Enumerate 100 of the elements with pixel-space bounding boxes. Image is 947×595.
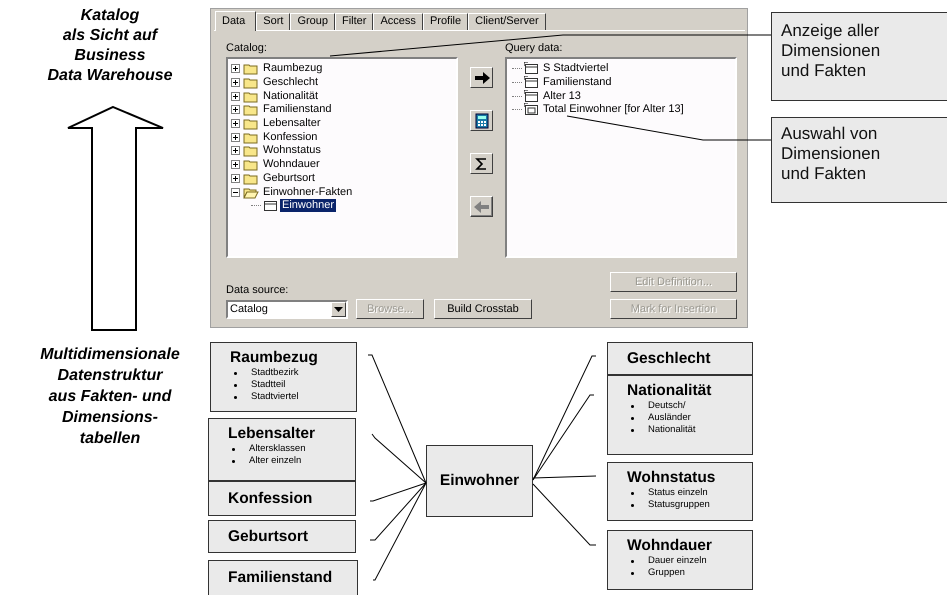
tree-expander[interactable] [231,64,240,74]
tree-item[interactable]: Wohndauer [261,158,322,172]
dimension-title: Nationalität [627,382,712,400]
tab[interactable]: Access [373,13,423,30]
tree-expander[interactable] [231,132,240,142]
bullet-icon [631,572,634,574]
tab[interactable]: Sort [256,13,290,30]
bullet-icon [631,504,634,506]
attribute-text: Altersklassen [249,443,306,455]
tree-expander[interactable] [231,92,240,101]
plus-icon [232,65,239,72]
folder-icon [243,117,259,130]
attribute-text: Gruppen [648,567,685,579]
arrow-right-icon [472,70,490,86]
tab[interactable]: Data [215,11,256,31]
tool-button[interactable] [470,67,493,88]
bullet-icon [234,396,237,398]
tree-item[interactable]: Wohnstatus [261,144,323,158]
tree-expander[interactable] [231,146,240,156]
query-list[interactable]: S Stadtviertel Familienstand Alter 13 Total Einwohner [for Alter 13] [505,57,737,258]
tree-item[interactable]: Nationalität [261,90,320,103]
plus-icon [232,161,239,168]
query-item[interactable]: S Stadtviertel [541,62,610,76]
query-label: Query data: [505,42,564,55]
plus-icon [232,120,239,128]
query-item[interactable]: Alter 13 [541,90,583,103]
tool-button[interactable] [470,153,493,174]
table-icon [263,199,278,212]
tree-expander[interactable] [231,188,240,197]
bullet-icon [234,372,237,374]
dimension-title: Geschlecht [627,350,711,368]
bullet-icon [232,448,235,450]
folder-icon [243,144,259,158]
data-source-dropdown[interactable]: Catalog [226,300,348,318]
folder-icon [243,130,259,144]
plus-icon [232,79,239,86]
plus-icon [232,92,239,100]
query-item[interactable]: Familienstand [541,76,614,90]
plus-icon [232,147,239,154]
folder-icon [243,76,259,90]
bullet-icon [631,492,634,494]
attribute-text: Status einzeln [648,487,708,499]
tab[interactable]: Client/Server [468,13,546,30]
caret-icon [334,306,343,312]
tree-expander[interactable] [231,174,240,183]
tool-button[interactable] [470,110,493,131]
dimension-title: Raumbezug [230,349,319,367]
dimension-title: Lebensalter [228,425,316,443]
button[interactable]: Build Crosstab [434,299,532,319]
catalog-tree[interactable]: Raumbezug Geschlecht Nationalität Familienstand Lebensalter Konfession Wohnstatus Wohndauer Geburtsort Einwohner-Fakten Einwohner [226,57,458,258]
tab[interactable]: Group [290,13,336,30]
dimension-title: Geburtsort [228,528,308,546]
tree-expander[interactable] [231,119,240,128]
table-icon [524,62,539,76]
connector-line [532,484,596,546]
tree-item[interactable]: Konfession [261,130,320,144]
tree-item[interactable]: Familienstand [261,103,334,116]
attribute-text: Dauer einzeln [648,555,707,567]
bullet-icon [631,560,634,562]
bullet-icon [631,404,634,408]
caption-text: Katalog als Sicht auf Business Data Warehouse [46,6,174,86]
measure-icon [524,103,539,116]
tree-item[interactable]: Einwohner-Fakten [261,186,354,199]
tab[interactable]: Profile [422,13,468,30]
plus-icon [232,134,239,141]
attribute-text: Stadtviertel [251,391,299,403]
tab[interactable]: Filter [335,13,374,30]
attribute-text: Stadtteil [251,379,286,391]
bullet-icon [234,384,237,386]
fact-box: Einwohner [426,445,533,517]
folder-icon [243,62,259,76]
tree-expander[interactable] [231,105,240,114]
folder-icon [243,90,259,103]
callout-box: Anzeige aller Dimensionen und Fakten [771,12,947,101]
bullet-icon [631,428,634,432]
attribute-text: Stadtbezirk [251,367,299,379]
tree-expander[interactable] [231,160,240,170]
attribute-text: Alter einzeln [249,455,302,467]
table-icon [524,90,539,103]
tree-item[interactable]: Einwohner [280,199,336,212]
bullet-icon [631,416,634,420]
dimension-title: Konfession [228,490,312,508]
table-icon [524,76,539,90]
tree-item[interactable]: Raumbezug [261,62,324,76]
attribute-text: Ausländer [648,412,691,424]
callout-box: Auswahl von Dimensionen und Fakten [771,117,947,203]
tree-item[interactable]: Lebensalter [261,117,322,130]
attribute-text: Statusgruppen [648,499,710,511]
attribute-text: Deutsch/ [648,400,686,412]
tree-item[interactable]: Geburtsort [261,172,317,185]
catalog-label: Catalog: [226,42,268,55]
tree-expander[interactable] [231,78,240,88]
tree-item[interactable]: Geschlecht [261,76,320,90]
folder-icon [243,103,259,116]
dimension-title: Familienstand [228,569,332,587]
folder-icon [243,158,259,172]
folder-icon [243,186,259,199]
query-item[interactable]: Total Einwohner [for Alter 13] [541,103,686,116]
caption-text: Multidimensionale Datenstruktur aus Fakten- und Dimensions- tabellen [39,345,181,449]
data-source-label: Data source: [226,284,290,297]
